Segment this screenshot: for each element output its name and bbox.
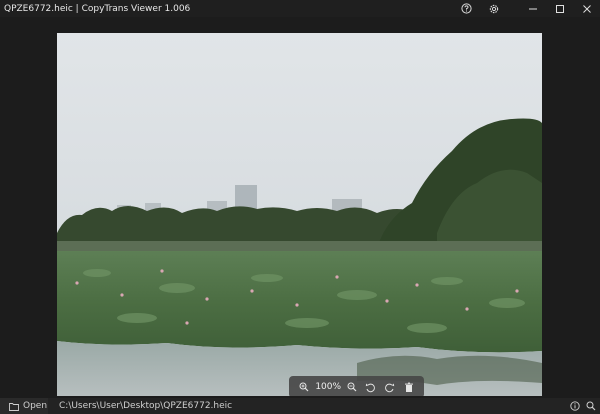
zoom-in-icon: [299, 382, 309, 392]
zoom-toolbar: 100%: [289, 376, 424, 396]
maximize-button[interactable]: [546, 0, 573, 17]
title-bar: QPZE6772.heic | CopyTrans Viewer 1.006: [0, 0, 600, 17]
image-viewer-area[interactable]: 100%: [0, 17, 600, 398]
settings-button[interactable]: [480, 0, 507, 17]
delete-button[interactable]: [401, 379, 417, 395]
status-bar-actions: [568, 398, 600, 414]
info-button[interactable]: [568, 398, 582, 414]
info-icon: [570, 401, 580, 411]
rotate-left-icon: [366, 383, 376, 392]
close-button[interactable]: [573, 0, 600, 17]
zoom-out-icon: [347, 382, 357, 392]
window-title: QPZE6772.heic | CopyTrans Viewer 1.006: [4, 3, 191, 14]
search-button[interactable]: [584, 398, 598, 414]
delete-icon: [404, 382, 413, 392]
maximize-icon: [555, 4, 564, 13]
open-label: Open: [23, 401, 48, 411]
file-path: C:\Users\User\Desktop\QPZE6772.heic: [59, 401, 233, 411]
settings-icon: [489, 4, 498, 13]
status-bar: Open C:\Users\User\Desktop\QPZE6772.heic: [0, 398, 600, 414]
help-icon: [461, 3, 472, 14]
zoom-in-button[interactable]: [296, 379, 312, 395]
folder-icon: [9, 402, 19, 411]
rotate-right-icon: [385, 383, 395, 392]
rotate-right-button[interactable]: [382, 379, 398, 395]
rotate-left-button[interactable]: [363, 379, 379, 395]
zoom-out-button[interactable]: [344, 379, 360, 395]
title-bar-controls: [453, 0, 600, 17]
minimize-button[interactable]: [519, 0, 546, 17]
close-icon: [582, 4, 591, 13]
help-button[interactable]: [453, 0, 480, 17]
photo-lake-lotus: [57, 33, 542, 396]
search-icon: [586, 401, 596, 411]
open-button[interactable]: Open: [0, 398, 48, 414]
zoom-level: 100%: [315, 382, 342, 392]
photo[interactable]: 100%: [57, 33, 542, 396]
minimize-icon: [528, 8, 537, 9]
